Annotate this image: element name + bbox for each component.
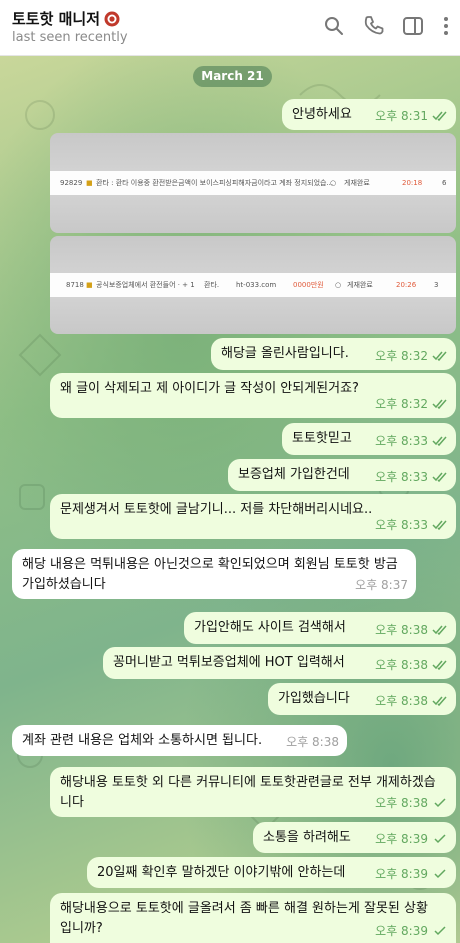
image-circle-icon: ○ — [330, 179, 337, 187]
double-check-icon — [432, 520, 447, 530]
screenshot-image[interactable]: 8718 ■ 공식보증업체에서 환전들어 · + 1 환타. ht-033.co… — [50, 236, 456, 334]
message-text: 계좌 관련 내용은 업체와 소통하시면 됩니다. — [22, 733, 263, 748]
message-text: 왜 글이 삭제되고 제 아이디가 글 작성이 안되게된거죠? — [60, 381, 359, 396]
image-table-row: 8718 ■ 공식보증업체에서 환전들어 · + 1 환타. ht-033.co… — [50, 273, 456, 297]
message-text: 꽁머니받고 먹튀보증업체에 HOT 입력해서 — [113, 655, 345, 670]
image-circle-icon: ○ — [335, 281, 342, 289]
message-bubble-outgoing[interactable]: 토토핫믿고 오후 8:33 — [282, 423, 456, 455]
screenshot-image[interactable]: 92829 ■ 환타 : 환타 이용중 환전받은금액이 보이스피싱피해자금이라고… — [50, 133, 456, 233]
message-time: 오후 8:39 — [375, 924, 428, 938]
double-check-icon — [432, 625, 447, 635]
chat-title[interactable]: 토토핫 매니저 — [12, 8, 120, 29]
check-icon — [434, 798, 446, 808]
message-time: 오후 8:39 — [375, 832, 428, 846]
message-bubble-incoming[interactable]: 계좌 관련 내용은 업체와 소통하시면 됩니다. 오후 8:38 — [12, 725, 347, 756]
double-check-icon — [432, 351, 447, 361]
folder-icon: ■ — [86, 179, 93, 187]
message-bubble-outgoing[interactable]: 안녕하세요 오후 8:31 — [282, 99, 456, 130]
message-time: 오후 8:31 — [375, 109, 428, 123]
message-time: 오후 8:33 — [375, 518, 428, 532]
folder-icon: ■ — [86, 281, 93, 289]
message-bubble-outgoing[interactable]: 가입했습니다 오후 8:38 — [268, 683, 456, 715]
chat-header: 토토핫 매니저 last seen recently — [0, 0, 460, 56]
message-time: 오후 8:33 — [375, 470, 428, 484]
message-bubble-outgoing[interactable]: 해당내용으로 토토핫에 글올려서 좀 빠른 해결 원하는게 잘못된 상황입니까?… — [50, 893, 456, 943]
message-time: 오후 8:38 — [375, 658, 428, 672]
check-icon — [434, 926, 446, 936]
verified-badge-icon — [104, 11, 120, 26]
double-check-icon — [432, 436, 447, 446]
message-text: 안녕하세요 — [292, 107, 352, 122]
message-time: 오후 8:39 — [375, 867, 428, 881]
chat-status: last seen recently — [12, 30, 128, 45]
search-icon[interactable] — [322, 14, 346, 38]
message-bubble-incoming[interactable]: 해당 내용은 먹튀내용은 아닌것으로 확인되었으며 회원님 토토핫 방금 가입하… — [12, 549, 416, 599]
message-bubble-outgoing[interactable]: 소통을 하려해도 오후 8:39 — [253, 822, 456, 853]
check-icon — [434, 869, 446, 879]
message-bubble-outgoing[interactable]: 20일째 확인후 말하겠단 이야기밖에 안하는데 오후 8:39 — [87, 857, 456, 888]
message-text: 소통을 하려해도 — [263, 830, 351, 845]
message-text: 토토핫믿고 — [292, 431, 352, 446]
message-text: 가입했습니다 — [278, 691, 350, 706]
message-text: 보증업체 가입한건데 — [238, 467, 350, 482]
message-time: 오후 8:37 — [355, 578, 408, 592]
message-time: 오후 8:38 — [286, 735, 339, 749]
message-bubble-outgoing[interactable]: 해당내용 토토핫 외 다른 커뮤니티에 토토핫관련글로 전부 개제하겠습니다 오… — [50, 767, 456, 817]
message-bubble-outgoing[interactable]: 왜 글이 삭제되고 제 아이디가 글 작성이 안되게된거죠? 오후 8:32 — [50, 373, 456, 418]
double-check-icon — [432, 399, 447, 409]
check-icon — [434, 834, 446, 844]
double-check-icon — [432, 660, 447, 670]
message-bubble-outgoing[interactable]: 문제생겨서 토토핫에 글남기니... 저를 차단해버리시네요.. 오후 8:33 — [50, 494, 456, 539]
double-check-icon — [432, 696, 447, 706]
sidebar-icon[interactable] — [401, 14, 425, 38]
double-check-icon — [432, 111, 447, 121]
message-text: 가입안해도 사이트 검색해서 — [194, 620, 346, 635]
message-time: 오후 8:32 — [375, 397, 428, 411]
date-separator: March 21 — [193, 66, 272, 87]
double-check-icon — [432, 472, 447, 482]
message-time: 오후 8:38 — [375, 694, 428, 708]
message-bubble-outgoing[interactable]: 보증업체 가입한건데 오후 8:33 — [228, 459, 456, 491]
message-text: 20일째 확인후 말하겠단 이야기밖에 안하는데 — [97, 865, 346, 880]
message-text: 해당 내용은 먹튀내용은 아닌것으로 확인되었으며 회원님 토토핫 방금 가입하… — [22, 557, 398, 592]
message-time: 오후 8:38 — [375, 796, 428, 810]
message-bubble-outgoing[interactable]: 가입안해도 사이트 검색해서 오후 8:38 — [184, 612, 456, 644]
message-text: 해당글 올린사람입니다. — [221, 346, 349, 361]
message-time: 오후 8:38 — [375, 623, 428, 637]
more-icon[interactable] — [434, 14, 458, 38]
message-text: 문제생겨서 토토핫에 글남기니... 저를 차단해버리시네요.. — [60, 502, 373, 517]
message-time: 오후 8:32 — [375, 349, 428, 363]
message-time: 오후 8:33 — [375, 434, 428, 448]
phone-icon[interactable] — [362, 14, 386, 38]
message-bubble-outgoing[interactable]: 해당글 올린사람입니다. 오후 8:32 — [211, 338, 456, 370]
message-bubble-outgoing[interactable]: 꽁머니받고 먹튀보증업체에 HOT 입력해서 오후 8:38 — [103, 647, 456, 679]
image-table-row: 92829 ■ 환타 : 환타 이용중 환전받은금액이 보이스피싱피해자금이라고… — [50, 171, 456, 195]
message-text: 해당내용으로 토토핫에 글올려서 좀 빠른 해결 원하는게 잘못된 상황입니까? — [60, 901, 428, 936]
